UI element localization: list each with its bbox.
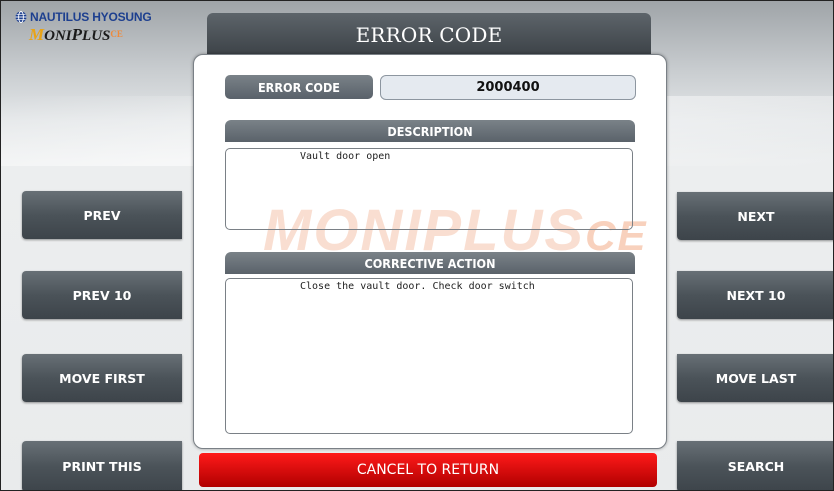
cancel-to-return-button[interactable]: CANCEL TO RETURN [199, 453, 657, 487]
error-code-value: 2000400 [380, 75, 636, 100]
corrective-action-box: Close the vault door. Check door switch [225, 278, 633, 434]
page-title: ERROR CODE [207, 13, 651, 57]
product-logo-oni: ONI [44, 28, 72, 44]
brand-logo: NAUTILUS HYOSUNG MONIPLUSCE [15, 10, 152, 45]
brand-text: NAUTILUS HYOSUNG [30, 10, 152, 24]
product-logo-p: P [71, 25, 83, 44]
error-code-label: ERROR CODE [225, 75, 373, 99]
print-this-button[interactable]: PRINT THIS [22, 441, 182, 490]
next-10-button[interactable]: NEXT 10 [677, 271, 833, 319]
move-first-button[interactable]: MOVE FIRST [22, 354, 182, 402]
product-logo-m: M [29, 25, 45, 44]
brand-name: NAUTILUS HYOSUNG [15, 10, 152, 24]
product-logo-lus: LUS [82, 28, 111, 44]
corrective-action-text: Close the vault door. Check door switch [300, 281, 535, 292]
next-button[interactable]: NEXT [677, 192, 833, 240]
prev-10-button[interactable]: PREV 10 [22, 271, 182, 319]
move-last-button[interactable]: MOVE LAST [677, 354, 833, 402]
globe-icon [15, 11, 27, 23]
product-logo: MONIPLUSCE [29, 25, 151, 45]
atm-screen: NAUTILUS HYOSUNG MONIPLUSCE ERROR CODE M… [0, 0, 834, 491]
corrective-action-heading: CORRECTIVE ACTION [225, 252, 635, 274]
prev-button[interactable]: PREV [22, 191, 182, 239]
description-text: Vault door open [300, 151, 391, 162]
description-box: Vault door open [225, 148, 633, 230]
search-button[interactable]: SEARCH [677, 441, 833, 490]
product-logo-ce: CE [110, 29, 123, 39]
description-heading: DESCRIPTION [225, 120, 635, 142]
